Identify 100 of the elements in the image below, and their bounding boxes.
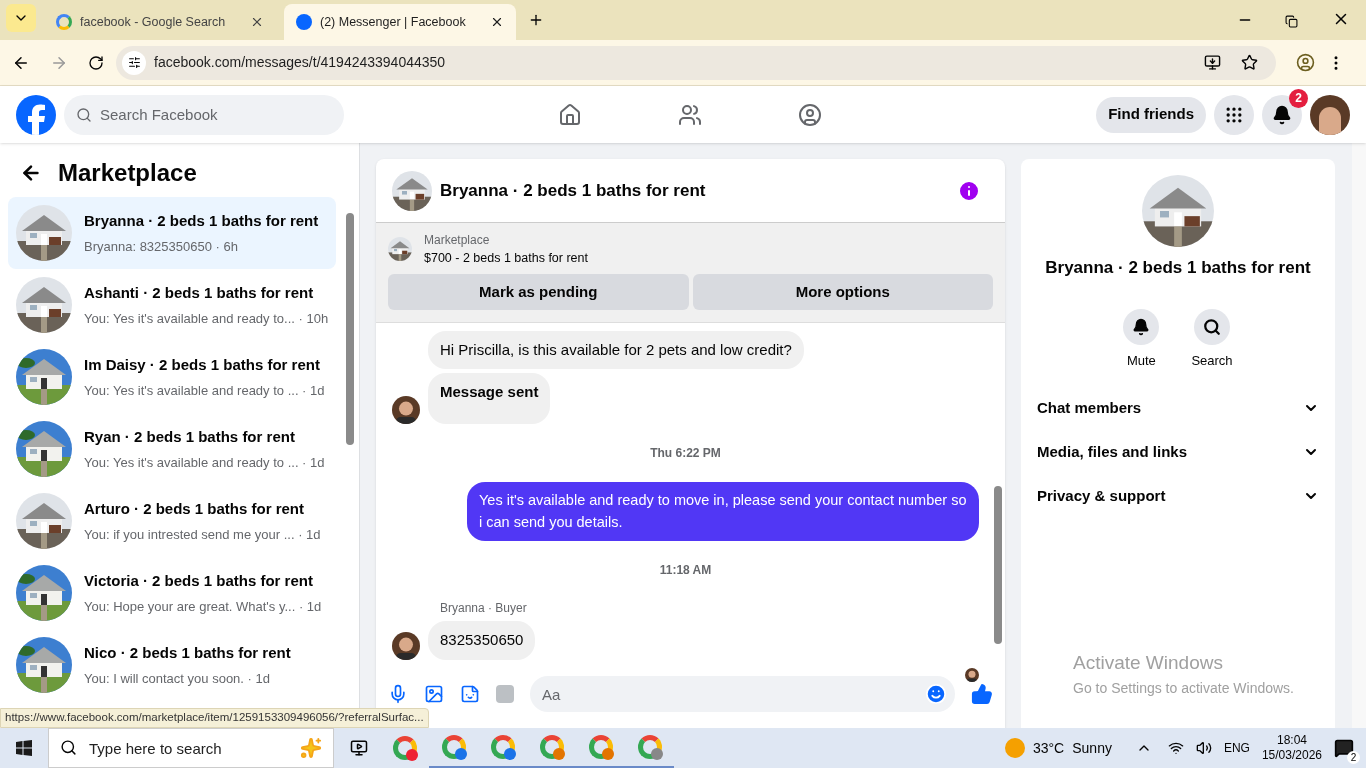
- chat-title: Bryanna · 2 beds 1 baths for rent: [440, 179, 707, 202]
- friends-icon[interactable]: [678, 102, 703, 127]
- activation-title: Activate Windows: [1073, 651, 1224, 675]
- notification-count: 2: [1347, 751, 1360, 764]
- clock-date[interactable]: 15/03/2026: [1261, 748, 1322, 763]
- microphone-icon[interactable]: [388, 684, 408, 704]
- details-title: Bryanna · 2 beds 1 baths for rent: [1045, 257, 1311, 279]
- bell-icon: [1132, 317, 1151, 336]
- conversation-title: Ryan · 2 beds 1 baths for rent: [84, 427, 296, 447]
- scrollbar-thumb[interactable]: [345, 213, 354, 445]
- clock-time[interactable]: 18:04: [1276, 733, 1307, 748]
- sidebar-title: Marketplace: [58, 158, 197, 188]
- message-bubble: Message sent: [428, 373, 551, 424]
- message-field[interactable]: Aa: [530, 676, 955, 712]
- language-indicator[interactable]: ENG: [1223, 739, 1250, 757]
- tab-title: (2) Messenger | Facebook: [320, 13, 467, 31]
- new-tab-icon[interactable]: [528, 12, 544, 28]
- menu-button[interactable]: [1214, 94, 1254, 135]
- sparkle-icon: [300, 737, 322, 759]
- reload-icon[interactable]: [88, 54, 104, 71]
- browser-tab[interactable]: (2) Messenger | Facebook: [284, 4, 516, 40]
- account-button[interactable]: [1310, 94, 1350, 135]
- conversation-item[interactable]: Im Daisy · 2 beds 1 baths for rent You: Yes it's available and ready to ... · 1d: [8, 341, 337, 413]
- section-header[interactable]: Chat members: [1037, 386, 1319, 430]
- timestamp: Thu 6:22 PM: [650, 444, 721, 462]
- weather-text: Sunny: [1072, 738, 1112, 758]
- conversation-preview: You: Yes it's available and ready to... · 10h: [84, 309, 329, 328]
- conversation-item[interactable]: Victoria · 2 beds 1 baths for rent You: Hope your are great. What's y... · 1d: [8, 557, 337, 629]
- groups-icon[interactable]: [798, 102, 823, 127]
- conversation-item[interactable]: Ashanti · 2 beds 1 baths for rent You: Yes it's available and ready to... · 10h: [8, 269, 337, 341]
- emoji-icon[interactable]: [925, 683, 947, 705]
- conversation-title: Victoria · 2 beds 1 baths for rent: [84, 571, 314, 591]
- close-icon[interactable]: [250, 15, 264, 29]
- search-field[interactable]: Search Facebook: [64, 94, 344, 135]
- notification-badge: 2: [1289, 88, 1308, 108]
- bell-icon: [1272, 104, 1292, 125]
- conversation-item[interactable]: Bryanna · 2 beds 1 baths for rent Bryanna: 8325350650 · 6h: [8, 197, 337, 269]
- conversation-title: Nico · 2 beds 1 baths for rent: [84, 643, 291, 663]
- conversation-preview: You: if you intrested send me your ... · 1d: [84, 525, 321, 544]
- search-icon: [60, 739, 77, 756]
- home-icon[interactable]: [558, 102, 583, 127]
- search-icon: [1203, 317, 1221, 336]
- google-icon: [56, 14, 72, 30]
- browser-tab[interactable]: facebook - Google Search: [44, 4, 276, 40]
- tab-title: facebook - Google Search: [80, 13, 227, 31]
- back-icon[interactable]: [20, 162, 42, 184]
- find-friends-button[interactable]: Find friends: [1096, 96, 1206, 133]
- timestamp: 11:18 AM: [659, 562, 712, 580]
- conversation-item[interactable]: Nico · 2 beds 1 baths for rent You: I will contact you soon. · 1d: [8, 629, 337, 701]
- temperature: 33°C: [1032, 738, 1065, 758]
- listing-source: Marketplace: [424, 232, 491, 249]
- page-scrollbar[interactable]: [1352, 143, 1366, 728]
- profile-icon[interactable]: [1296, 53, 1315, 72]
- url-text: facebook.com/messages/t/4194243394044350: [154, 53, 447, 72]
- message-bubble: Hi Priscilla, is this available for 2 pets and low credit?: [428, 330, 804, 370]
- mute-button[interactable]: [1123, 308, 1160, 345]
- listing-title: $700 - 2 beds 1 baths for rent: [424, 250, 588, 267]
- volume-icon[interactable]: [1195, 740, 1212, 756]
- message-bubble: 8325350650: [428, 621, 536, 660]
- status-tooltip: https://www.facebook.com/marketplace/item/1259153309496056/?referralSurfac...: [0, 708, 429, 728]
- sender-label: Bryanna · Buyer: [440, 600, 528, 618]
- close-icon[interactable]: [490, 15, 504, 29]
- conversation-preview: You: Yes it's available and ready to ... · 1d: [84, 453, 325, 472]
- network-icon[interactable]: [1167, 740, 1184, 756]
- tab-search-button[interactable]: [6, 4, 36, 32]
- taskbar-search-field[interactable]: Type here to search: [48, 728, 334, 768]
- conversation-title: Im Daisy · 2 beds 1 baths for rent: [84, 355, 321, 375]
- conversation-title: Arturo · 2 beds 1 baths for rent: [84, 499, 306, 519]
- restore-icon[interactable]: [1285, 15, 1298, 28]
- photo-icon[interactable]: [424, 684, 444, 704]
- message-bubble: Yes it's available and ready to move in, please send your contact number so i can send you details.: [467, 481, 979, 542]
- search-icon: [76, 106, 92, 123]
- action-label: Search: [1191, 351, 1233, 370]
- address-bar[interactable]: facebook.com/messages/t/4194243394044350: [116, 45, 1276, 80]
- listing-action-button[interactable]: Mark as pending: [388, 273, 689, 310]
- conversation-title: Ashanti · 2 beds 1 baths for rent: [84, 283, 315, 303]
- search-button[interactable]: [1194, 308, 1230, 345]
- conversation-preview: You: Yes it's available and ready to ... · 1d: [84, 381, 325, 400]
- like-icon[interactable]: [971, 683, 993, 705]
- conversation-title: Bryanna · 2 beds 1 baths for rent: [84, 211, 319, 231]
- conversation-preview: You: Hope your are great. What's y... · 1d: [84, 597, 322, 616]
- conversation-item[interactable]: Arturo · 2 beds 1 baths for rent You: if you intrested send me your ... · 1d: [8, 485, 337, 557]
- section-header[interactable]: Media, files and links: [1037, 430, 1319, 474]
- scrollbar-thumb[interactable]: [994, 486, 1002, 644]
- weather-icon: [1004, 738, 1025, 758]
- avatar: [965, 667, 979, 682]
- facebook-icon: [296, 14, 312, 30]
- facebook-logo[interactable]: [16, 94, 56, 135]
- section-header[interactable]: Privacy & support: [1037, 474, 1319, 518]
- notifications-button[interactable]: [1262, 94, 1302, 135]
- bookmark-icon[interactable]: [1241, 54, 1258, 71]
- task-view-icon[interactable]: [350, 739, 368, 757]
- sticker-icon[interactable]: [460, 684, 480, 704]
- conversation-preview: Bryanna: 8325350650 · 6h: [84, 237, 239, 256]
- conversation-preview: You: I will contact you soon. · 1d: [84, 669, 271, 688]
- conversation-item[interactable]: Ryan · 2 beds 1 baths for rent You: Yes it's available and ready to ... · 1d: [8, 413, 337, 485]
- activation-subtitle: Go to Settings to activate Windows.: [1073, 678, 1294, 698]
- install-icon[interactable]: [1204, 54, 1221, 71]
- listing-action-button[interactable]: More options: [692, 273, 993, 310]
- site-info-icon[interactable]: [122, 50, 146, 75]
